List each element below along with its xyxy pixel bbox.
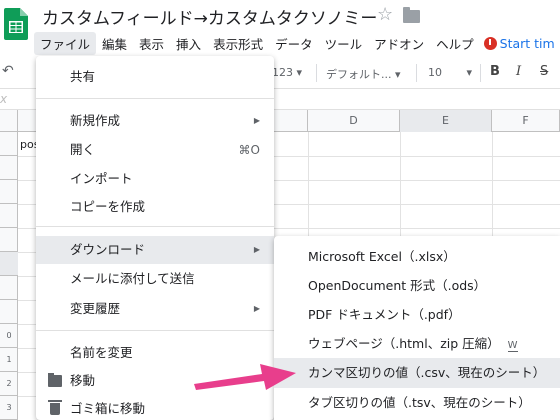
menu-item-label: Microsoft Excel（.xlsx）	[308, 249, 456, 264]
bold-button[interactable]: B	[490, 64, 500, 79]
menu-divider	[36, 98, 274, 99]
menu-item-label: インポート	[70, 171, 133, 186]
shortcut-badge: W	[507, 340, 518, 352]
toolbar-divider	[480, 64, 481, 82]
menu-item-label: ウェブページ（.html、zip 圧縮）	[308, 336, 500, 351]
row-header[interactable]: 0	[0, 324, 18, 348]
row-header[interactable]: 3	[0, 396, 18, 420]
menu-item-version-history[interactable]: 変更履歴 ▶	[36, 296, 274, 322]
star-icon[interactable]: ☆	[377, 4, 393, 25]
menu-bar: ファイル 編集 表示 挿入 表示形式 データ ツール アドオン ヘルプ Star…	[34, 31, 555, 55]
menu-item-email-attach[interactable]: メールに添付して送信	[36, 266, 274, 292]
menu-format[interactable]: 表示形式	[207, 32, 269, 55]
download-tsv[interactable]: タブ区切りの値（.tsv、現在のシート）	[274, 388, 560, 418]
menu-item-label: 新規作成	[70, 113, 121, 128]
menu-item-trash[interactable]: ゴミ箱に移動	[36, 396, 274, 420]
menu-item-import[interactable]: インポート	[36, 166, 274, 192]
fx-icon: x	[0, 92, 8, 106]
menu-item-make-copy[interactable]: コピーを作成	[36, 194, 274, 220]
menu-item-label: コピーを作成	[70, 199, 146, 214]
menu-item-label: ダウンロード	[70, 242, 146, 257]
toolbar-divider	[316, 64, 317, 82]
row-header[interactable]: 2	[0, 372, 18, 396]
column-header-f[interactable]: F	[492, 110, 560, 132]
menu-data[interactable]: データ	[269, 32, 319, 55]
menu-item-label: 名前を変更	[70, 345, 133, 360]
menu-item-label: カンマ区切りの値（.csv、現在のシート）	[308, 365, 546, 380]
row-header[interactable]	[0, 228, 18, 252]
menu-view[interactable]: 表示	[133, 32, 170, 55]
column-header-d[interactable]: D	[308, 110, 400, 132]
download-pdf[interactable]: PDF ドキュメント（.pdf）	[274, 300, 560, 330]
row-header[interactable]: 1	[0, 348, 18, 372]
download-xlsx[interactable]: Microsoft Excel（.xlsx）	[274, 242, 560, 272]
power-icon	[483, 36, 497, 50]
start-timer-label: Start tim	[499, 35, 555, 51]
row-header[interactable]	[0, 276, 18, 300]
menu-item-label: 変更履歴	[70, 301, 121, 316]
menu-help[interactable]: ヘルプ	[430, 32, 480, 55]
menu-item-download[interactable]: ダウンロード ▶	[36, 236, 274, 264]
download-html[interactable]: ウェブページ（.html、zip 圧縮） W	[274, 329, 560, 359]
menu-item-label: メールに添付して送信	[70, 271, 195, 286]
document-title[interactable]: カスタムフィールド→カスタムタクソノミー	[42, 4, 377, 29]
row-header[interactable]	[0, 300, 18, 324]
submenu-arrow-icon: ▶	[253, 245, 260, 254]
download-csv[interactable]: カンマ区切りの値（.csv、現在のシート）	[274, 358, 560, 388]
menu-edit[interactable]: 編集	[96, 32, 133, 55]
menu-item-label: ゴミ箱に移動	[70, 401, 146, 416]
column-header-e[interactable]: E	[400, 110, 492, 132]
menu-item-label: OpenDocument 形式（.ods）	[308, 278, 487, 293]
app-bar: カスタムフィールド→カスタムタクソノミー ☆ ファイル 編集 表示 挿入 表示形…	[0, 0, 560, 58]
submenu-arrow-icon: ▶	[253, 304, 260, 313]
font-select[interactable]: デフォルト... ▾	[326, 66, 401, 82]
italic-button[interactable]: I	[516, 64, 521, 79]
row-header[interactable]	[0, 180, 18, 204]
folder-icon	[48, 373, 62, 387]
undo-icon[interactable]: ↶	[2, 63, 14, 79]
font-size-select[interactable]: 10 ▾	[428, 66, 472, 79]
sheets-logo-icon[interactable]	[4, 8, 28, 40]
menu-tools[interactable]: ツール	[319, 32, 369, 55]
menu-item-label: タブ区切りの値（.tsv、現在のシート）	[308, 395, 531, 410]
toolbar-divider	[416, 64, 417, 82]
select-all-corner[interactable]	[0, 110, 18, 132]
strikethrough-button[interactable]: S	[540, 64, 548, 79]
submenu-arrow-icon: ▶	[253, 116, 260, 125]
download-ods[interactable]: OpenDocument 形式（.ods）	[274, 271, 560, 301]
annotation-arrow-icon	[194, 364, 296, 390]
menu-item-label: 共有	[70, 69, 96, 84]
menu-item-new[interactable]: 新規作成 ▶	[36, 108, 274, 134]
row-header[interactable]	[0, 204, 18, 228]
row-header-column: 0 1 2 3	[0, 132, 18, 420]
menu-file[interactable]: ファイル	[34, 31, 97, 55]
menu-item-open[interactable]: 開く ⌘O	[36, 137, 274, 163]
menu-insert[interactable]: 挿入	[170, 32, 207, 55]
menu-item-label: PDF ドキュメント（.pdf）	[308, 307, 461, 322]
row-header[interactable]	[0, 252, 18, 276]
download-submenu: Microsoft Excel（.xlsx） OpenDocument 形式（.…	[274, 236, 560, 420]
row-header[interactable]	[0, 156, 18, 180]
menu-item-label: 移動	[70, 373, 96, 388]
menu-item-share[interactable]: 共有	[36, 64, 274, 90]
menu-divider	[36, 330, 274, 331]
menu-item-label: 開く	[70, 142, 96, 157]
number-format-button[interactable]: 123 ▾	[272, 66, 302, 79]
menu-addons[interactable]: アドオン	[368, 32, 430, 55]
start-timer-button[interactable]: Start tim	[483, 35, 555, 51]
trash-icon	[48, 400, 62, 415]
shortcut-label: ⌘O	[238, 143, 260, 157]
folder-icon[interactable]	[403, 7, 420, 23]
menu-divider	[36, 226, 274, 227]
row-header[interactable]	[0, 132, 18, 156]
